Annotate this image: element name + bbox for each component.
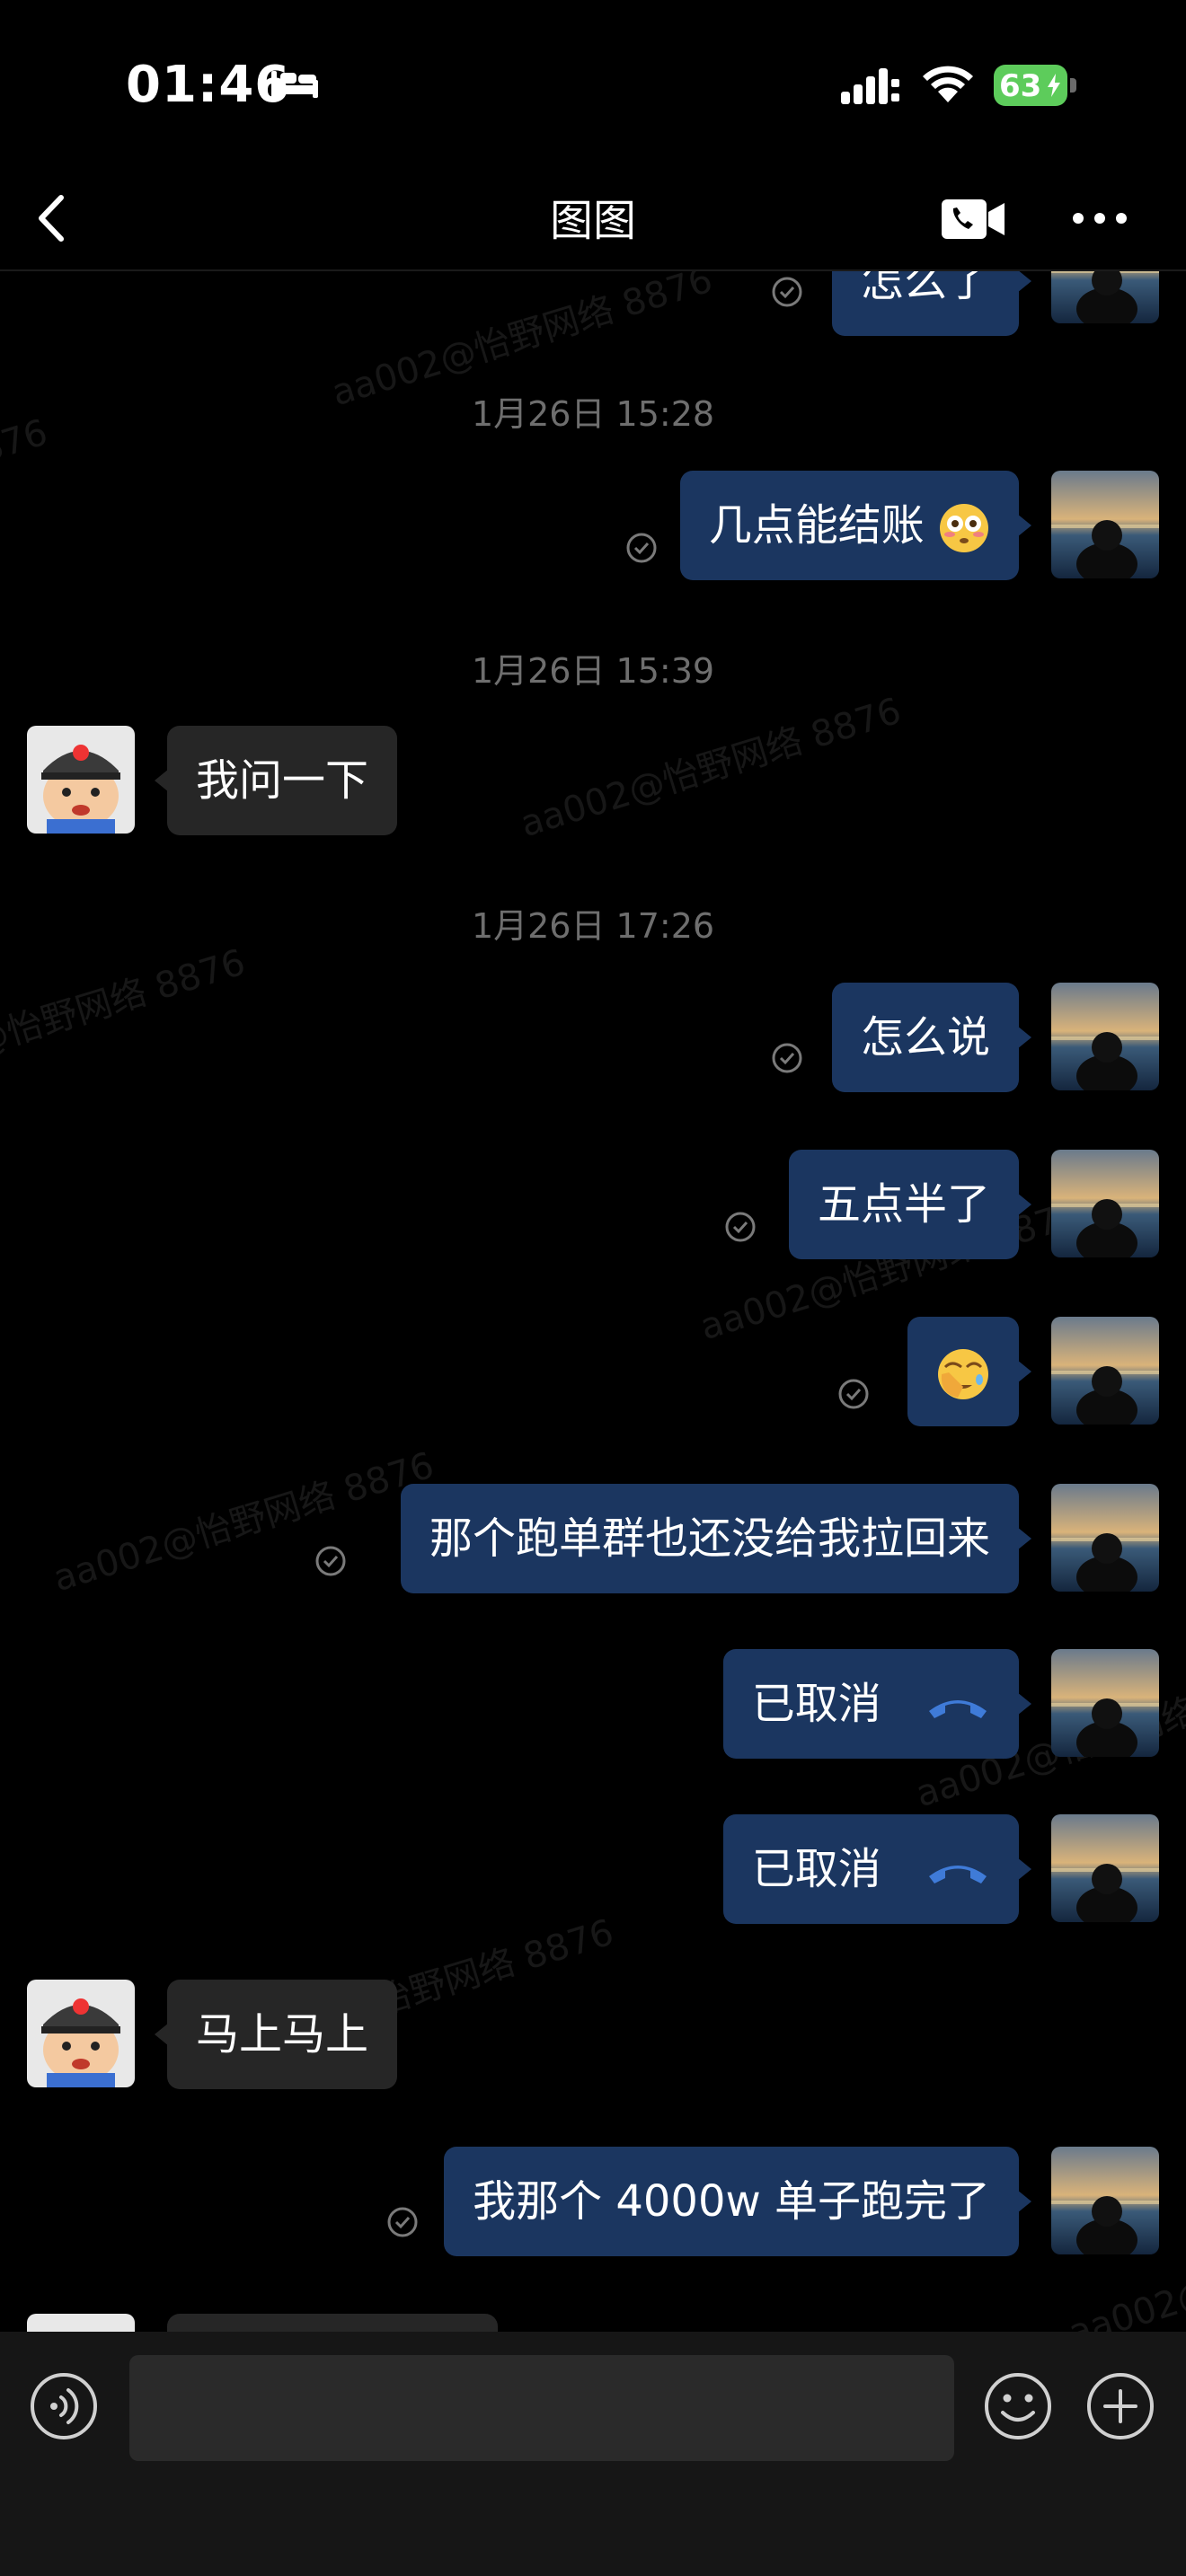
phone-hangup-icon <box>929 1866 987 1883</box>
input-bar <box>0 2332 1186 2576</box>
message-text: 几点能结账 <box>708 500 925 551</box>
chat-header: 图图 <box>0 171 1186 271</box>
message-text: 已取消 <box>751 1844 881 1894</box>
message-bubble-outgoing[interactable]: 五点半了 <box>788 1150 1032 1259</box>
message-bubble-outgoing[interactable] <box>907 1317 1031 1426</box>
battery-indicator: 63 <box>994 65 1076 106</box>
read-receipt-icon <box>387 2207 418 2237</box>
message-bubble-incoming[interactable]: 我问一下 <box>154 726 398 835</box>
message-input[interactable] <box>129 2355 954 2461</box>
battery-cap <box>1070 78 1076 93</box>
phone-hangup-icon <box>929 1700 987 1718</box>
read-receipt-icon <box>772 1043 802 1073</box>
watermark: aa002@怡野网络 8876 <box>0 941 251 1098</box>
my-avatar[interactable] <box>1051 2147 1159 2254</box>
cellular-signal-icon <box>841 68 899 104</box>
message-bubble-outgoing[interactable]: 那个跑单群也还没给我拉回来 <box>400 1484 1032 1593</box>
message-bubble-outgoing[interactable]: 怎么说 <box>831 983 1032 1092</box>
message-text: 我那个 4000w 单子跑完了 <box>473 2176 990 2227</box>
charging-bolt-icon <box>1048 74 1060 97</box>
message-text: 我问一下 <box>196 755 369 806</box>
contact-avatar[interactable] <box>27 2314 135 2332</box>
status-time: 01:46 <box>126 56 291 114</box>
message-text: 怎么说 <box>860 1012 990 1063</box>
read-receipt-icon <box>838 1379 869 1409</box>
timestamp: 1月26日 17:26 <box>471 906 715 946</box>
read-receipt-icon <box>626 533 657 563</box>
watermark: aa002@怡野网络 8876 <box>49 1444 439 1601</box>
call-cancelled-bubble[interactable]: 已取消 <box>722 1649 1032 1759</box>
sleep-focus-icon <box>271 71 318 98</box>
my-avatar[interactable] <box>1051 1150 1159 1257</box>
contact-avatar[interactable] <box>27 1980 135 2087</box>
message-bubble-outgoing[interactable]: 几点能结账 <box>679 471 1032 580</box>
battery-percent: 63 <box>999 68 1042 104</box>
message-list[interactable]: aa002@怡野网络 8876 aa002@怡野网络 8876 aa002@怡野… <box>0 271 1186 2332</box>
my-avatar[interactable] <box>1051 1814 1159 1922</box>
read-receipt-icon <box>772 277 802 307</box>
message-bubble-incoming[interactable] <box>167 2314 498 2332</box>
facepalm-emoji <box>938 1349 988 1399</box>
message-text: 马上马上 <box>196 2009 369 2060</box>
my-avatar[interactable] <box>1051 983 1159 1090</box>
call-cancelled-bubble[interactable]: 已取消 <box>722 1814 1032 1924</box>
wifi-icon <box>923 66 973 102</box>
my-avatar[interactable] <box>1051 1484 1159 1592</box>
video-call-icon[interactable] <box>940 194 1006 244</box>
message-bubble-outgoing[interactable]: 怎么了 <box>831 271 1032 336</box>
message-bubble-incoming[interactable]: 马上马上 <box>154 1980 398 2089</box>
my-avatar[interactable] <box>1051 271 1159 323</box>
my-avatar[interactable] <box>1051 1649 1159 1757</box>
more-actions-plus-icon[interactable] <box>1085 2371 1155 2441</box>
my-avatar[interactable] <box>1051 1317 1159 1425</box>
read-receipt-icon <box>725 1212 756 1242</box>
message-text: 已取消 <box>751 1679 881 1729</box>
more-options-icon[interactable] <box>1071 207 1128 230</box>
message-bubble-outgoing[interactable]: 我那个 4000w 单子跑完了 <box>444 2147 1031 2256</box>
my-avatar[interactable] <box>1051 471 1159 578</box>
read-receipt-icon <box>315 1546 346 1576</box>
flushed-face-emoji <box>940 504 988 552</box>
message-text: 那个跑单群也还没给我拉回来 <box>429 1513 990 1564</box>
status-bar: 01:46 63 <box>0 0 1186 171</box>
voice-input-icon[interactable] <box>29 2371 99 2441</box>
chat-title: 图图 <box>549 196 636 246</box>
timestamp: 1月26日 15:39 <box>471 651 715 691</box>
watermark: aa002@怡野网络 8876 <box>516 690 907 846</box>
chat-screen: 01:46 63 图图 aa002@怡野网络 8876 8876 aa002@怡… <box>0 0 1186 2576</box>
timestamp: 1月26日 15:28 <box>471 394 715 434</box>
message-text: 怎么了 <box>860 271 990 306</box>
message-text: 五点半了 <box>817 1179 990 1230</box>
contact-avatar[interactable] <box>27 726 135 834</box>
emoji-picker-icon[interactable] <box>983 2371 1053 2441</box>
